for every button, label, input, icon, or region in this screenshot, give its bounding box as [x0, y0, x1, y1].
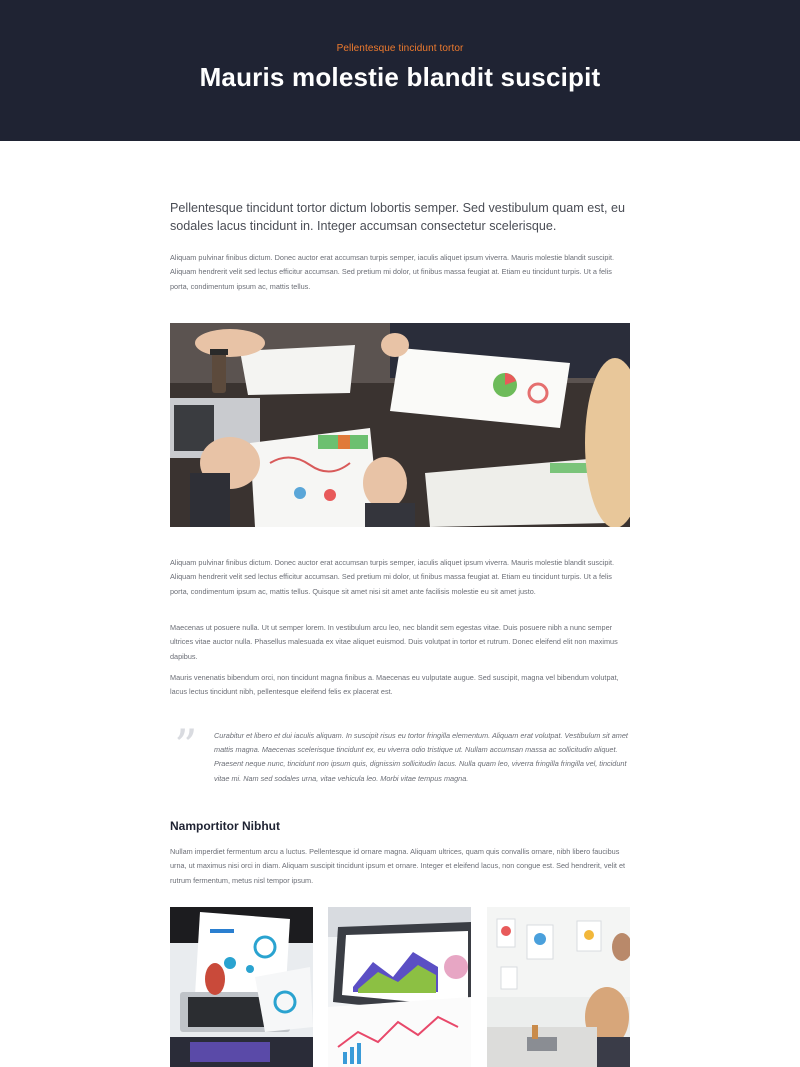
article-paragraph: Aliquam pulvinar finibus dictum. Donec a…: [170, 253, 615, 291]
blockquote: ” Curabitur et libero et dui iaculis ali…: [170, 723, 630, 802]
gallery-image-office: [487, 907, 630, 1067]
image-gallery: [170, 907, 630, 1067]
article-paragraph: Maecenas ut posuere nulla. Ut ut semper …: [170, 623, 618, 661]
article-paragraph: Aliquam pulvinar finibus dictum. Donec a…: [170, 558, 615, 596]
quote-mark-icon: ”: [174, 719, 198, 773]
page-title: Mauris molestie blandit suscipit: [199, 62, 601, 92]
hero-eyebrow: Pellentesque tincidunt tortor: [336, 43, 464, 54]
article-lead: Pellentesque tincidunt tortor dictum lob…: [170, 201, 626, 233]
quote-text: Curabitur et libero et dui iaculis aliqu…: [214, 731, 628, 783]
page-hero: Pellentesque tincidunt tortor Mauris mol…: [0, 0, 800, 141]
gallery-image-laptop: [170, 907, 313, 1067]
meeting-photo: [170, 323, 630, 527]
section-heading: Namportitor Nibhut: [170, 819, 280, 833]
article-paragraph: Nullam imperdiet fermentum arcu a luctus…: [170, 847, 626, 885]
article-paragraph: Mauris venenatis bibendum orci, non tinc…: [170, 673, 619, 697]
gallery-image-charts: [328, 907, 471, 1067]
